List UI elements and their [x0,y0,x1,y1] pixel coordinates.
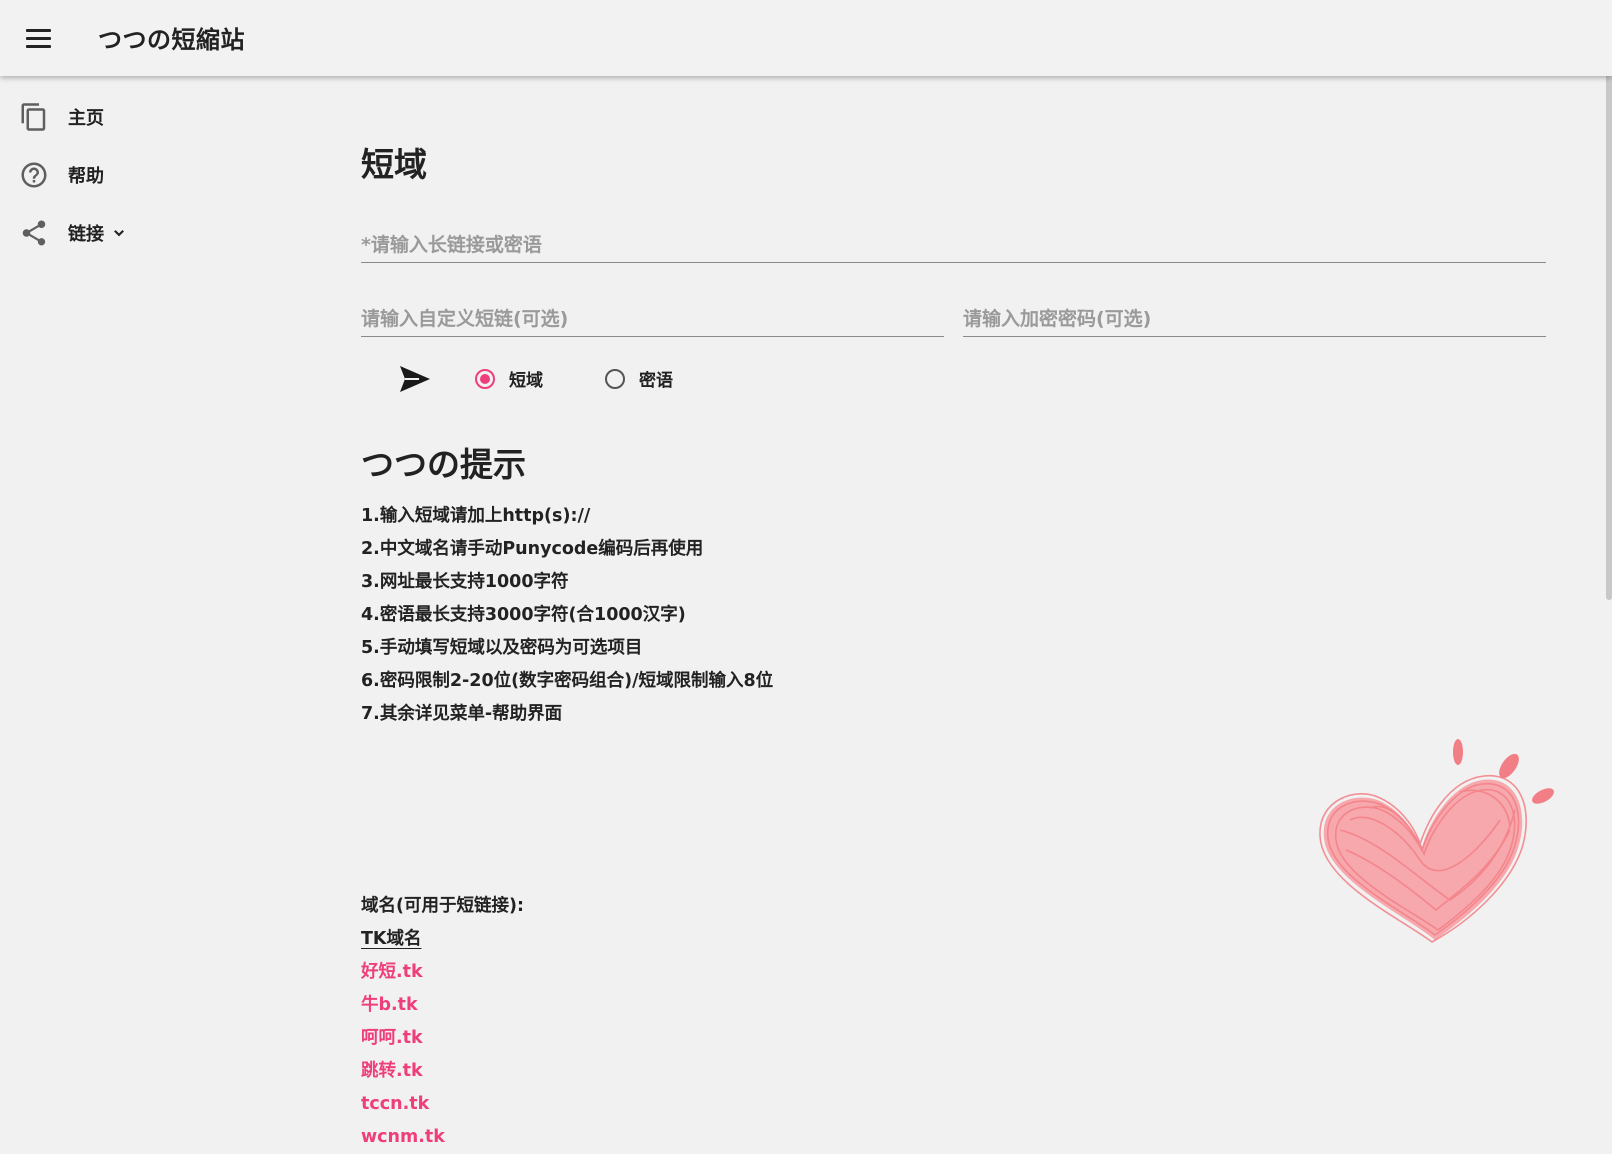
long-url-input[interactable] [361,228,1546,262]
sidebar-item-label: 帮助 [68,166,104,187]
share-icon [19,218,49,248]
action-row: 短域 密语 [361,356,961,400]
app-title: つつの短縮站 [98,26,245,54]
tip-item: 6.密码限制2-20位(数字密码组合)/短域限制输入8位 [361,671,774,691]
tip-item: 1.输入短域请加上http(s):// [361,506,591,526]
tip-item: 5.手动填写短域以及密码为可选项目 [361,638,643,658]
radio-checked-icon[interactable] [475,368,495,389]
password-field [963,302,1546,337]
domain-link[interactable]: 好短.tk [361,956,524,989]
mode-radio-short[interactable]: 短域 [475,366,543,391]
domain-section: 域名(可用于短链接): TK域名 好短.tk 牛b.tk 呵呵.tk 跳转.tk… [361,890,524,1154]
scrollbar-thumb[interactable] [1606,0,1612,600]
domain-link[interactable]: 跳转.tk [361,1055,524,1088]
hamburger-menu-icon[interactable] [22,24,54,52]
domain-link[interactable]: 呵呵.tk [361,1022,524,1055]
tips-title: つつの提示 [361,445,526,484]
custom-short-input[interactable] [361,302,944,336]
help-circle-icon [19,160,49,190]
domain-heading: 域名(可用于短链接): [361,896,524,916]
tip-item: 7.其余详见菜单-帮助界面 [361,704,563,724]
mode-radio-secret[interactable]: 密语 [605,366,673,391]
tip-item: 3.网址最长支持1000字符 [361,572,569,592]
page-title: 短域 [361,145,427,184]
sidebar-item-label: 链接 [68,224,104,245]
tips-list: 1.输入短域请加上http(s):// 2.中文域名请手动Punycode编码后… [361,500,773,731]
tip-item: 4.密语最长支持3000字符(合1000汉字) [361,605,686,625]
long-url-field [361,228,1546,263]
sidebar-item-links[interactable]: 链接 [0,211,200,255]
scrollbar[interactable] [1604,0,1612,1033]
sidebar-item-help[interactable]: 帮助 [0,153,200,197]
password-input[interactable] [963,302,1546,336]
radio-label: 密语 [639,371,673,391]
sidebar-item-home[interactable]: 主页 [0,95,200,139]
domain-link[interactable]: 牛b.tk [361,989,524,1022]
domain-link[interactable]: wcnm.tk [361,1121,524,1154]
radio-label: 短域 [509,371,543,391]
domain-group-label: TK域名 [361,929,422,949]
heart-decoration-icon [1310,730,1562,950]
send-icon [400,366,430,392]
send-button[interactable] [397,362,433,396]
sidebar-item-label: 主页 [68,108,104,129]
chevron-down-icon[interactable] [110,224,128,242]
custom-short-field [361,302,944,337]
app-bar: つつの短縮站 [0,0,1612,76]
domain-link[interactable]: tccn.tk [361,1088,524,1121]
tip-item: 2.中文域名请手动Punycode编码后再使用 [361,539,704,559]
radio-unchecked-icon[interactable] [605,368,625,389]
copy-pages-icon [19,102,49,132]
